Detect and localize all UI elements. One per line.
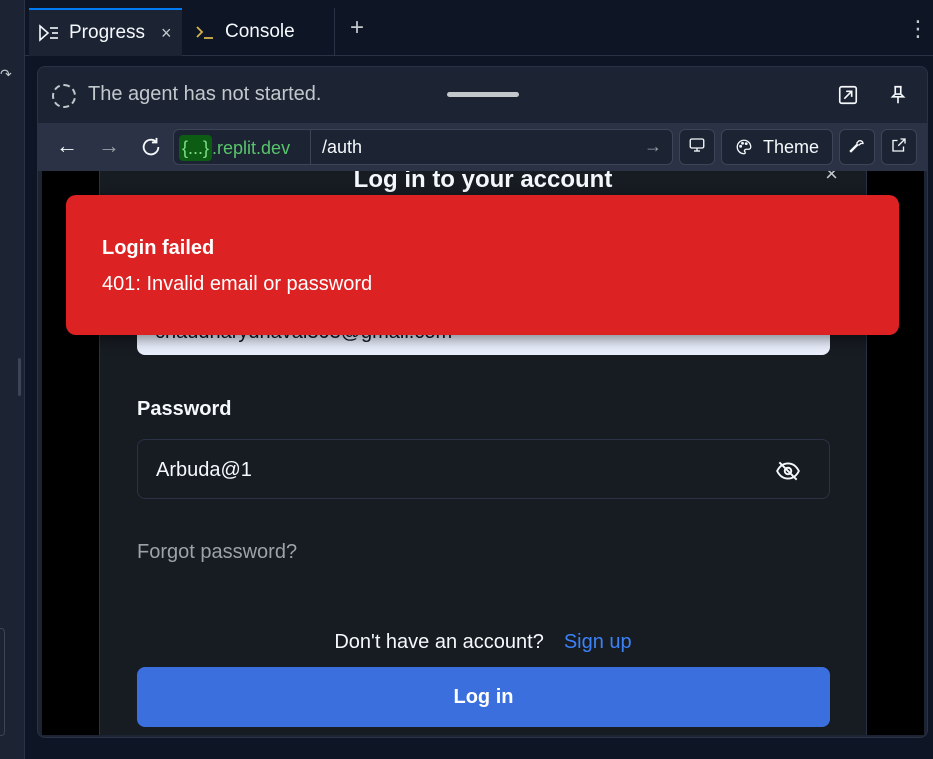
url-host: {...} .replit.dev (179, 134, 290, 162)
open-external-button[interactable] (881, 129, 917, 165)
progress-icon (37, 21, 61, 45)
forward-arrow-icon[interactable]: → (98, 135, 120, 157)
tab-bar: Progress × Console + ⋮ (25, 0, 933, 56)
url-divider (310, 130, 311, 164)
tab-progress[interactable]: Progress × (29, 8, 182, 56)
hide-password-icon[interactable] (775, 458, 801, 484)
device-preview-button[interactable] (679, 129, 715, 165)
error-toast: Login failed 401: Invalid email or passw… (66, 195, 899, 335)
left-panel-edge (0, 628, 5, 736)
external-link-icon (890, 136, 908, 159)
url-path[interactable]: /auth (322, 137, 362, 158)
forgot-password-link[interactable]: Forgot password? (137, 541, 297, 564)
agent-status-text: The agent has not started. (88, 83, 322, 105)
password-value: Arbuda@1 (156, 459, 252, 481)
password-field[interactable]: Arbuda@1 (137, 439, 830, 499)
refresh-icon[interactable] (139, 135, 163, 159)
toast-message: 401: Invalid email or password (102, 273, 373, 295)
left-sidebar-strip: ↷ (0, 0, 25, 759)
pin-icon[interactable] (886, 83, 910, 107)
repl-badge: {...} (179, 135, 213, 161)
close-tab-icon[interactable]: × (161, 23, 172, 44)
theme-label: Theme (762, 136, 820, 157)
resize-handle[interactable] (18, 358, 21, 396)
login-button[interactable]: Log in (137, 667, 830, 727)
devtools-button[interactable] (839, 129, 875, 165)
close-dialog-icon[interactable]: × (825, 171, 838, 187)
tab-console-label: Console (225, 21, 295, 42)
collapse-icon[interactable]: ↷ (0, 66, 12, 83)
agent-status-row: The agent has not started. (38, 67, 927, 123)
password-label: Password (137, 398, 232, 420)
theme-button[interactable]: Theme (721, 129, 833, 165)
signup-link[interactable]: Sign up (564, 631, 632, 653)
wrench-icon (848, 136, 866, 159)
dialog-title: Log in to your account (353, 171, 613, 193)
go-arrow-icon[interactable]: → (644, 136, 662, 157)
monitor-icon (688, 136, 706, 159)
loading-spinner-icon (52, 84, 76, 108)
browser-toolbar: ← → {...} .replit.dev /auth → Theme (38, 123, 927, 171)
terminal-icon (193, 20, 217, 44)
drag-handle[interactable] (447, 92, 519, 97)
host-suffix: .replit.dev (212, 137, 291, 158)
palette-icon (735, 138, 753, 156)
add-tab-button[interactable]: + (350, 16, 364, 40)
no-account-text: Don't have an account? (334, 631, 544, 653)
preview-panel: The agent has not started. ← → {...} .re… (37, 66, 928, 738)
toast-title: Login failed (102, 237, 215, 259)
tab-console[interactable]: Console (183, 8, 335, 56)
app-root: ↷ Progress × Console + ⋮ The agent has n… (0, 0, 933, 759)
tab-progress-label: Progress (69, 22, 146, 43)
more-options-icon[interactable]: ⋮ (907, 18, 929, 40)
back-arrow-icon[interactable]: ← (56, 135, 78, 157)
url-bar[interactable]: {...} .replit.dev /auth → (173, 129, 673, 165)
signup-row: Don't have an account? Sign up (100, 631, 866, 654)
pop-out-icon[interactable] (836, 83, 860, 107)
